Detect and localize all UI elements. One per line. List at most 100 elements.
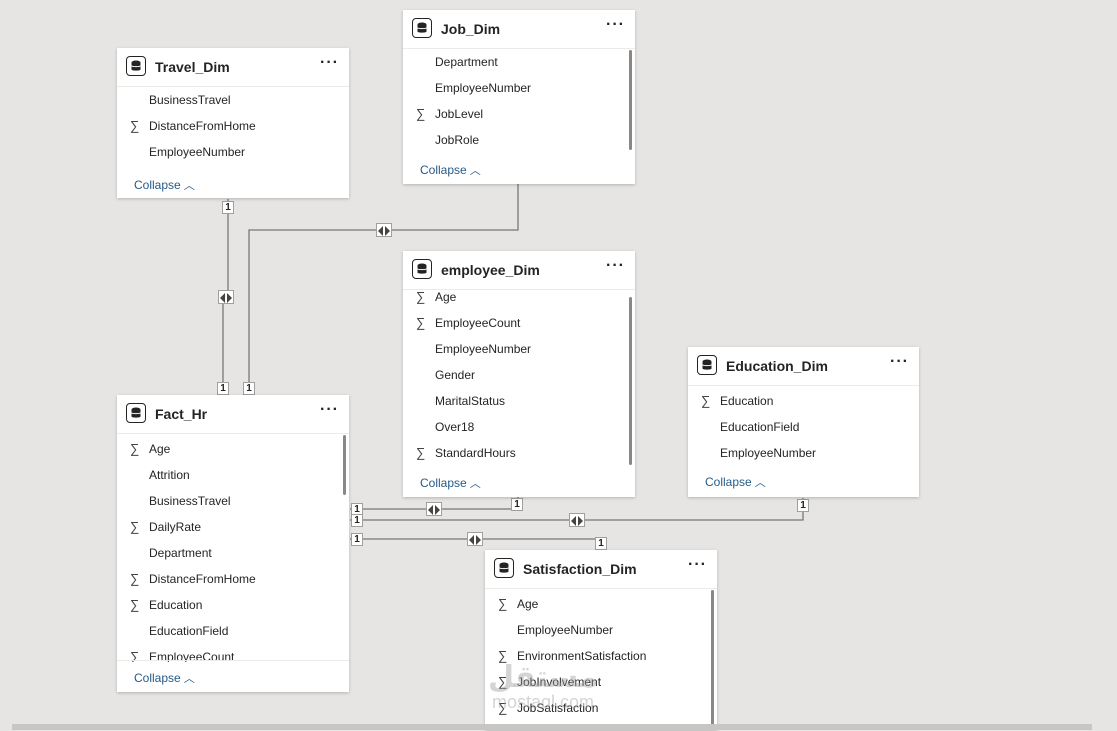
- field-row[interactable]: EducationField: [117, 618, 349, 644]
- field-name: BusinessTravel: [149, 494, 231, 508]
- field-row[interactable]: ∑ Education: [117, 592, 349, 618]
- chevron-up-icon: ︿: [183, 180, 195, 192]
- collapse-link[interactable]: Collapse ︿: [420, 475, 481, 491]
- field-name: MaritalStatus: [435, 394, 506, 408]
- more-options-icon[interactable]: ···: [890, 354, 909, 370]
- collapse-link[interactable]: Collapse ︿: [134, 177, 195, 193]
- field-row[interactable]: EmployeeNumber: [688, 440, 919, 466]
- field-name: Attrition: [149, 468, 190, 482]
- field-name: EmployeeNumber: [149, 145, 246, 159]
- bidirectional-filter-icon[interactable]: [218, 290, 234, 304]
- scrollbar[interactable]: [711, 590, 714, 730]
- field-name: EmployeeNumber: [517, 623, 614, 637]
- field-list: Department EmployeeNumber ∑ JobLevel JobRole: [403, 49, 635, 153]
- field-row[interactable]: ∑ JobLevel: [403, 101, 635, 127]
- bidirectional-filter-icon[interactable]: [467, 532, 483, 546]
- bidirectional-filter-icon[interactable]: [426, 502, 442, 516]
- field-row[interactable]: Attrition: [117, 462, 349, 488]
- sum-icon: ∑: [130, 597, 140, 612]
- more-options-icon[interactable]: ···: [606, 17, 625, 33]
- field-row[interactable]: ∑ Age: [485, 591, 717, 617]
- more-options-icon[interactable]: ···: [320, 55, 339, 71]
- table-database-icon: [126, 403, 146, 423]
- more-options-icon[interactable]: ···: [688, 557, 707, 573]
- field-name: EducationField: [720, 420, 800, 434]
- table-header[interactable]: Education_Dim ···: [688, 347, 919, 386]
- field-name: JobRole: [435, 133, 480, 147]
- field-row[interactable]: EmployeeNumber: [403, 75, 635, 101]
- field-row[interactable]: ∑ DistanceFromHome: [117, 113, 349, 139]
- field-row[interactable]: EmployeeNumber: [485, 617, 717, 643]
- collapse-label: Collapse: [134, 178, 181, 192]
- field-row[interactable]: ∑ EnvironmentSatisfaction: [485, 643, 717, 669]
- field-row[interactable]: ∑ JobInvolvement: [485, 669, 717, 695]
- table-card-satisfaction-dim[interactable]: Satisfaction_Dim ··· ∑ Age EmployeeNumber ∑…: [485, 550, 717, 730]
- field-name: DistanceFromHome: [149, 572, 256, 586]
- table-card-education-dim[interactable]: Education_Dim ··· ∑ Education EducationFie…: [688, 347, 919, 497]
- scrollbar[interactable]: [629, 297, 632, 465]
- collapse-link[interactable]: Collapse ︿: [705, 474, 766, 490]
- table-header[interactable]: Satisfaction_Dim ···: [485, 550, 717, 589]
- field-name: EnvironmentSatisfaction: [517, 649, 647, 663]
- sum-icon: ∑: [130, 118, 140, 133]
- table-card-job-dim[interactable]: Job_Dim ··· Department EmployeeNumber ∑ Job…: [403, 10, 635, 184]
- field-row[interactable]: Over18: [403, 414, 635, 440]
- scrollbar[interactable]: [629, 50, 632, 150]
- bidirectional-filter-icon[interactable]: [376, 223, 392, 237]
- field-row[interactable]: ∑ DailyRate: [117, 514, 349, 540]
- field-name: Age: [517, 597, 539, 611]
- model-canvas[interactable]: 1 1 1 1 1 1 1 1 1 Travel_Dim ··· Busines…: [0, 0, 1117, 730]
- field-row[interactable]: ∑ JobSatisfaction: [485, 695, 717, 721]
- field-row[interactable]: MaritalStatus: [403, 388, 635, 414]
- field-name: EmployeeCount: [435, 316, 521, 330]
- field-row[interactable]: ∑ Age: [403, 284, 635, 310]
- table-card-employee-dim[interactable]: employee_Dim ··· ∑ Age ∑ EmployeeCount Emplo…: [403, 251, 635, 497]
- collapse-link[interactable]: Collapse ︿: [134, 670, 195, 686]
- table-header[interactable]: Job_Dim ···: [403, 10, 635, 49]
- table-card-fact-hr[interactable]: Fact_Hr ··· ∑ Age Attrition BusinessTravel ∑…: [117, 395, 349, 692]
- table-header[interactable]: Travel_Dim ···: [117, 48, 349, 87]
- field-name: JobSatisfaction: [517, 701, 599, 715]
- more-options-icon[interactable]: ···: [606, 258, 625, 274]
- chevron-up-icon: ︿: [469, 478, 481, 490]
- field-row[interactable]: Department: [403, 49, 635, 75]
- horizontal-scrollbar[interactable]: [12, 724, 1092, 730]
- field-row[interactable]: Department: [117, 540, 349, 566]
- more-options-icon[interactable]: ···: [320, 402, 339, 418]
- table-database-icon: [412, 259, 432, 279]
- field-row[interactable]: EducationField: [688, 414, 919, 440]
- bidirectional-filter-icon[interactable]: [569, 513, 585, 527]
- cardinality-travel-one: 1: [222, 201, 234, 214]
- scrollbar[interactable]: [343, 435, 346, 495]
- field-name: Over18: [435, 420, 475, 434]
- field-row[interactable]: EmployeeNumber: [117, 139, 349, 165]
- collapse-label: Collapse: [420, 476, 467, 490]
- field-list: ∑ Age EmployeeNumber ∑ EnvironmentSatisfacti…: [485, 591, 717, 731]
- field-row[interactable]: BusinessTravel: [117, 87, 349, 113]
- field-row[interactable]: ∑ Age: [117, 436, 349, 462]
- collapse-link[interactable]: Collapse ︿: [420, 162, 481, 178]
- field-name: EmployeeNumber: [720, 446, 817, 460]
- sum-icon: ∑: [416, 289, 426, 304]
- field-name: Education: [720, 394, 774, 408]
- field-row[interactable]: ∑ DistanceFromHome: [117, 566, 349, 592]
- cardinality-satisfaction-one: 1: [595, 537, 607, 550]
- field-row[interactable]: ∑ Education: [688, 388, 919, 414]
- table-title: Job_Dim: [441, 21, 501, 37]
- field-row[interactable]: Gender: [403, 362, 635, 388]
- field-row[interactable]: JobRole: [403, 127, 635, 153]
- field-row[interactable]: ∑ StandardHours: [403, 440, 635, 460]
- table-title: employee_Dim: [441, 262, 540, 278]
- field-name: DistanceFromHome: [149, 119, 256, 133]
- collapse-label: Collapse: [420, 163, 467, 177]
- cardinality-fact-education-one: 1: [351, 514, 363, 527]
- field-row[interactable]: EmployeeNumber: [403, 336, 635, 362]
- table-header[interactable]: Fact_Hr ···: [117, 395, 349, 434]
- sum-icon: ∑: [416, 445, 426, 460]
- field-row[interactable]: ∑ EmployeeCount: [403, 310, 635, 336]
- sum-icon: ∑: [701, 393, 711, 408]
- field-row[interactable]: BusinessTravel: [117, 488, 349, 514]
- table-title: Fact_Hr: [155, 406, 208, 422]
- table-card-travel-dim[interactable]: Travel_Dim ··· BusinessTravel ∑ DistanceFr…: [117, 48, 349, 198]
- sum-icon: ∑: [416, 315, 426, 330]
